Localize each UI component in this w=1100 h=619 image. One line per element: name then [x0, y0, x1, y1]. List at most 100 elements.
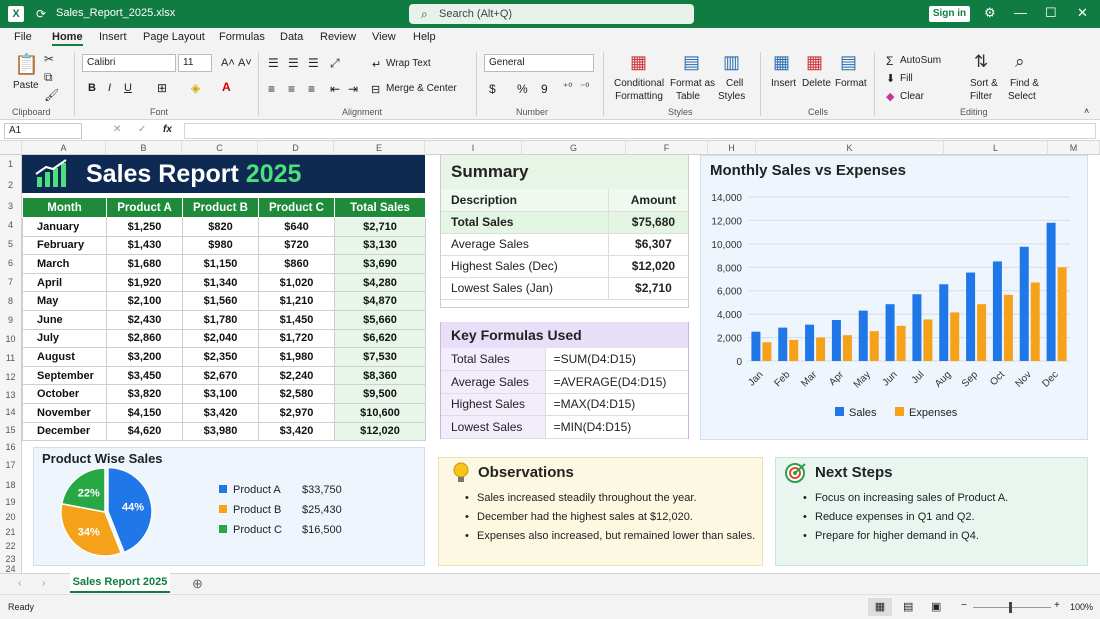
sales-cell[interactable]: $2,100	[106, 291, 183, 311]
sales-cell[interactable]: $10,600	[334, 402, 426, 423]
row-header[interactable]: 14	[0, 404, 22, 421]
sales-cell[interactable]: $12,020	[334, 421, 426, 442]
sales-cell[interactable]: December	[22, 421, 107, 442]
format-as-table-icon[interactable]: ▤	[683, 52, 700, 73]
merge-icon[interactable]: ⊟	[371, 83, 380, 96]
cut-icon[interactable]: ✂	[44, 52, 54, 66]
row-header[interactable]: 17	[0, 455, 22, 476]
menu-review[interactable]: Review	[320, 31, 356, 43]
sales-cell[interactable]: $6,620	[334, 328, 426, 349]
sales-cell[interactable]: March	[22, 254, 107, 274]
row-header[interactable]: 8	[0, 292, 22, 311]
sales-cell[interactable]: $820	[182, 217, 259, 237]
percent-button[interactable]: %	[517, 82, 528, 96]
sales-cell[interactable]: $4,280	[334, 272, 426, 293]
menu-insert[interactable]: Insert	[99, 31, 127, 43]
bold-button[interactable]: B	[88, 82, 96, 94]
format-cells-icon[interactable]: ▤	[840, 52, 857, 73]
sales-cell[interactable]: $3,420	[182, 402, 259, 423]
sales-cell[interactable]: April	[22, 272, 107, 293]
sales-cell[interactable]: $1,250	[106, 217, 183, 237]
zoom-out-icon[interactable]: −	[961, 600, 967, 611]
sales-cell[interactable]: $4,870	[334, 291, 426, 311]
sales-cell[interactable]: February	[22, 235, 107, 256]
sales-cell[interactable]: January	[22, 217, 107, 237]
row-header[interactable]: 1	[0, 155, 22, 174]
sales-cell[interactable]: $3,690	[334, 254, 426, 274]
format-painter-icon[interactable]: 🖌	[44, 88, 59, 102]
sales-cell[interactable]: $8,360	[334, 365, 426, 386]
row-header[interactable]: 18	[0, 476, 22, 494]
italic-button[interactable]: I	[108, 82, 111, 94]
row-header[interactable]: 6	[0, 254, 22, 273]
formula-input[interactable]	[184, 123, 1096, 139]
row-header[interactable]: 22	[0, 540, 22, 553]
sales-cell[interactable]: $2,710	[334, 217, 426, 237]
align-top-icon[interactable]: ☰	[268, 56, 279, 70]
column-header[interactable]: H	[708, 141, 756, 155]
find-select-line2[interactable]: Select	[1008, 91, 1036, 102]
sales-cell[interactable]: $2,350	[182, 347, 259, 367]
maximize-icon[interactable]: ☐	[1045, 5, 1057, 21]
sales-cell[interactable]: $1,450	[258, 309, 335, 330]
borders-icon[interactable]: ⊞	[157, 81, 167, 95]
font-color-icon[interactable]: A	[222, 80, 231, 94]
conditional-formatting-icon[interactable]: ▦	[630, 52, 647, 73]
sales-cell[interactable]: $4,620	[106, 421, 183, 442]
row-header[interactable]: 12	[0, 368, 22, 386]
sales-cell[interactable]: $1,150	[182, 254, 259, 274]
sales-cell[interactable]: $1,680	[106, 254, 183, 274]
increase-font-icon[interactable]: A˄	[221, 57, 235, 69]
sales-cell[interactable]: $2,580	[258, 384, 335, 404]
sales-cell[interactable]: $3,820	[106, 384, 183, 404]
clear-button[interactable]: Clear	[900, 91, 924, 102]
row-header[interactable]: 5	[0, 235, 22, 254]
page-break-view-icon[interactable]: ▣	[931, 600, 941, 613]
sales-cell[interactable]: $980	[182, 235, 259, 256]
paste-button[interactable]: Paste	[13, 80, 39, 91]
fill-button[interactable]: Fill	[900, 73, 913, 84]
sales-cell[interactable]: $1,980	[258, 347, 335, 367]
row-header[interactable]: 11	[0, 349, 22, 368]
function-icon[interactable]: fx	[163, 124, 172, 135]
sales-cell[interactable]: $1,210	[258, 291, 335, 311]
column-header[interactable]: F	[626, 141, 708, 155]
sales-cell[interactable]: $1,560	[182, 291, 259, 311]
zoom-slider-thumb[interactable]	[1009, 602, 1012, 613]
cell-styles-line1[interactable]: Cell	[726, 78, 743, 89]
align-center-icon[interactable]: ≡	[288, 82, 295, 96]
format-cells-button[interactable]: Format	[835, 78, 867, 89]
close-icon[interactable]: ✕	[1077, 5, 1088, 21]
sales-cell[interactable]: June	[22, 309, 107, 330]
column-header[interactable]: I	[425, 141, 522, 155]
row-header[interactable]: 21	[0, 525, 22, 540]
merge-center-button[interactable]: Merge & Center	[386, 83, 457, 94]
row-header[interactable]: 2	[0, 174, 22, 197]
conditional-formatting-line1[interactable]: Conditional	[614, 78, 664, 89]
font-size-select[interactable]: 11	[178, 54, 212, 72]
sales-cell[interactable]: $2,040	[182, 328, 259, 349]
align-bottom-icon[interactable]: ☰	[308, 56, 319, 70]
row-header[interactable]: 20	[0, 510, 22, 525]
column-header[interactable]: L	[944, 141, 1048, 155]
zoom-in-icon[interactable]: +	[1054, 600, 1060, 611]
comma-button[interactable]: 9	[541, 82, 548, 96]
sales-cell[interactable]: $3,420	[258, 421, 335, 442]
zoom-level[interactable]: 100%	[1070, 602, 1093, 612]
sales-cell[interactable]: $2,860	[106, 328, 183, 349]
insert-cells-button[interactable]: Insert	[771, 78, 796, 89]
row-header[interactable]: 4	[0, 216, 22, 235]
sales-cell[interactable]: $7,530	[334, 347, 426, 367]
column-header[interactable]: K	[756, 141, 944, 155]
align-middle-icon[interactable]: ☰	[288, 56, 299, 70]
sales-cell[interactable]: $9,500	[334, 384, 426, 404]
align-left-icon[interactable]: ≡	[268, 82, 275, 96]
row-header[interactable]: 16	[0, 440, 22, 455]
menu-formulas[interactable]: Formulas	[219, 31, 265, 43]
page-layout-view-icon[interactable]: ▤	[903, 600, 913, 613]
minimize-icon[interactable]: —	[1014, 5, 1027, 20]
row-header[interactable]: 9	[0, 311, 22, 330]
sales-cell[interactable]: $1,720	[258, 328, 335, 349]
menu-data[interactable]: Data	[280, 31, 303, 43]
sort-filter-icon[interactable]: ⇅	[974, 52, 988, 72]
